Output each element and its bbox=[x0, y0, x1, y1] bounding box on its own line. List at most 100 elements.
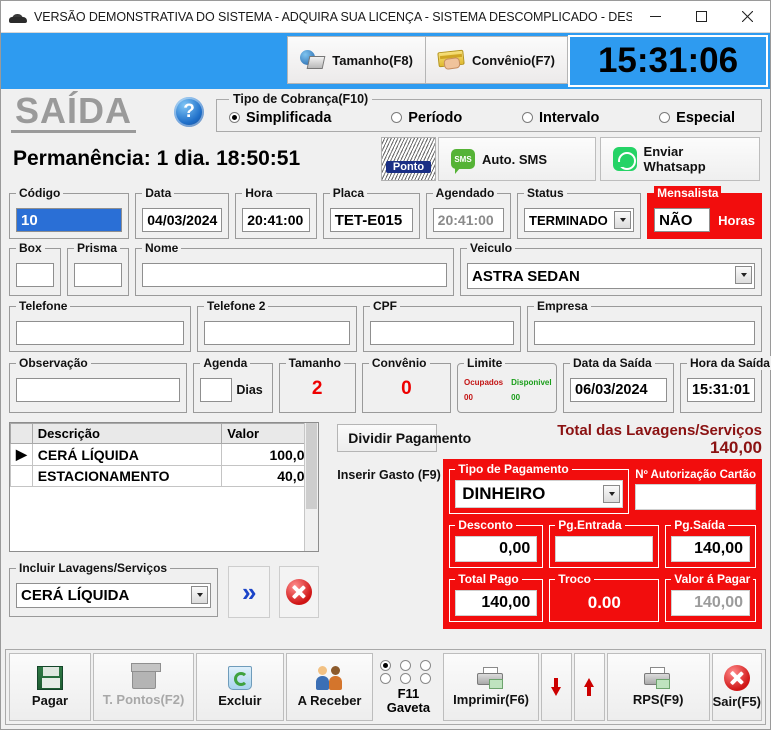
tipo-pagamento-select[interactable]: DINHEIRO bbox=[455, 480, 624, 508]
box-input[interactable] bbox=[16, 263, 54, 287]
troco-label: Troco bbox=[555, 572, 594, 586]
sair-label: Sair(F5) bbox=[712, 694, 761, 709]
status-group: Status TERMINADO bbox=[517, 186, 642, 239]
remove-service-button[interactable] bbox=[286, 579, 313, 605]
window-controls bbox=[632, 1, 770, 33]
ponto-fingerprint-button[interactable]: Ponto bbox=[381, 137, 436, 181]
agenda-input[interactable] bbox=[200, 378, 233, 402]
cpf-group: CPF bbox=[363, 299, 521, 352]
hora-saida-input[interactable]: 15:31:01 bbox=[686, 378, 755, 402]
gaveta-radio-3[interactable] bbox=[420, 659, 432, 671]
mensalista-input[interactable]: NÃO bbox=[654, 208, 711, 232]
gaveta-radio-4[interactable] bbox=[380, 672, 392, 684]
scrollbar-thumb[interactable] bbox=[306, 423, 318, 509]
valor-pagar-group: Valor á Pagar 140,00 bbox=[665, 572, 756, 622]
table-row[interactable]: ▶ CERÁ LÍQUIDA 100,00 bbox=[10, 443, 319, 466]
empresa-input[interactable] bbox=[534, 321, 755, 345]
total-pago-input[interactable]: 140,00 bbox=[455, 590, 538, 616]
sms-icon: SMS bbox=[451, 149, 475, 174]
gaveta-radio-5[interactable] bbox=[400, 672, 412, 684]
radio-intervalo[interactable]: Intervalo bbox=[521, 110, 599, 126]
autorizacao-cartao-input[interactable] bbox=[635, 484, 756, 510]
radio-especial-label: Especial bbox=[676, 109, 735, 126]
total-lavagens-value: 140,00 bbox=[710, 438, 762, 457]
telefone-input[interactable] bbox=[16, 321, 184, 345]
radio-periodo[interactable]: Período bbox=[391, 110, 462, 126]
sair-button[interactable]: Sair(F5) bbox=[711, 653, 762, 721]
gaveta-radio-2[interactable] bbox=[400, 659, 412, 671]
row-marker bbox=[10, 465, 33, 487]
agendado-input[interactable]: 20:41:00 bbox=[432, 208, 505, 232]
cpf-input[interactable] bbox=[370, 321, 514, 345]
a-receber-label: A Receber bbox=[297, 693, 362, 708]
pagar-button[interactable]: Pagar bbox=[9, 653, 91, 721]
status-chevron-down-icon[interactable] bbox=[614, 211, 632, 229]
rps-label: RPS(F9) bbox=[632, 692, 684, 707]
valor-pagar-input[interactable]: 140,00 bbox=[671, 590, 750, 616]
excluir-label: Excluir bbox=[218, 693, 262, 708]
veiculo-select[interactable]: ASTRA SEDAN bbox=[467, 263, 755, 289]
convenio-button-label: Convênio(F7) bbox=[471, 52, 555, 68]
permanencia-row: Permanência: 1 dia. 18:50:51 Ponto SMS A… bbox=[1, 135, 770, 183]
desconto-input[interactable]: 0,00 bbox=[455, 536, 538, 562]
a-receber-button[interactable]: A Receber bbox=[285, 653, 374, 721]
gaveta-radio-1[interactable] bbox=[380, 659, 392, 671]
enviar-whatsapp-button[interactable]: Enviar Whatsapp bbox=[600, 137, 760, 181]
imprimir-button[interactable]: Imprimir(F6) bbox=[443, 653, 539, 721]
incluir-servicos-select[interactable]: CERÁ LÍQUIDA bbox=[16, 582, 212, 608]
hora-input[interactable]: 20:41:00 bbox=[242, 208, 310, 232]
gaveta-label: Gaveta bbox=[386, 699, 431, 715]
empresa-label: Empresa bbox=[534, 299, 591, 313]
pontos-button[interactable]: T. Pontos(F2) bbox=[92, 653, 195, 721]
desconto-group: Desconto 0,00 bbox=[449, 518, 544, 568]
exit-icon bbox=[723, 665, 750, 691]
data-input[interactable]: 04/03/2024 bbox=[142, 208, 223, 232]
status-select[interactable]: TERMINADO bbox=[524, 208, 635, 232]
pg-saida-input[interactable]: 140,00 bbox=[671, 536, 750, 562]
excluir-button[interactable]: Excluir bbox=[196, 653, 284, 721]
radio-especial[interactable]: Especial bbox=[659, 110, 735, 126]
veiculo-chevron-down-icon[interactable] bbox=[735, 266, 752, 284]
permanencia-text: Permanência: 1 dia. 18:50:51 bbox=[13, 147, 301, 170]
bottom-toolbar: Pagar T. Pontos(F2) Excluir A Receber F1… bbox=[5, 649, 766, 725]
data-saida-input[interactable]: 06/03/2024 bbox=[570, 378, 667, 402]
maximize-button[interactable] bbox=[678, 1, 724, 33]
troco-group: Troco 0.00 bbox=[549, 572, 660, 622]
rps-button[interactable]: RPS(F9) bbox=[606, 653, 710, 721]
convenio-button[interactable]: Convênio(F7) bbox=[425, 36, 568, 84]
codigo-input[interactable]: 10 bbox=[16, 208, 123, 232]
help-icon[interactable]: ? bbox=[174, 97, 205, 127]
table-row[interactable]: ESTACIONAMENTO 40,00 bbox=[10, 465, 319, 487]
close-button[interactable] bbox=[724, 1, 770, 33]
telefone2-input[interactable] bbox=[204, 321, 350, 345]
pg-entrada-input[interactable] bbox=[555, 536, 654, 562]
limite-label: Limite bbox=[464, 356, 506, 370]
observacao-input[interactable] bbox=[16, 378, 181, 402]
telefone2-group: Telefone 2 bbox=[197, 299, 357, 352]
row-descricao: ESTACIONAMENTO bbox=[31, 465, 223, 487]
dividir-pagamento-button[interactable]: Dividir Pagamento bbox=[337, 424, 471, 452]
minimize-button[interactable] bbox=[632, 1, 678, 33]
incluir-servicos-chevron-down-icon[interactable] bbox=[191, 585, 209, 604]
move-up-button[interactable] bbox=[573, 653, 605, 721]
tamanho-group: Tamanho 2 bbox=[278, 356, 356, 413]
header-blue-band: Tamanho(F8) Convênio(F7) 15:31:06 bbox=[1, 33, 770, 89]
data-label: Data bbox=[142, 186, 175, 200]
placa-input[interactable]: TET-E015 bbox=[329, 208, 413, 232]
mensalista-horas-label: Horas bbox=[718, 212, 755, 228]
table-scrollbar[interactable] bbox=[304, 423, 319, 551]
telefone-label: Telefone bbox=[16, 299, 71, 313]
agendado-group: Agendado 20:41:00 bbox=[425, 186, 512, 239]
gaveta-radio-6[interactable] bbox=[420, 672, 432, 684]
prisma-label: Prisma bbox=[74, 241, 121, 255]
prisma-input[interactable] bbox=[74, 263, 122, 287]
auto-sms-button[interactable]: SMS Auto. SMS bbox=[438, 137, 596, 181]
move-down-button[interactable] bbox=[540, 653, 572, 721]
pg-entrada-label: Pg.Entrada bbox=[555, 518, 625, 532]
tamanho-button[interactable]: Tamanho(F8) bbox=[287, 36, 426, 84]
nome-input[interactable] bbox=[142, 263, 447, 287]
radio-simplificada[interactable]: Simplificada bbox=[229, 110, 331, 126]
placa-label: Placa bbox=[329, 186, 368, 200]
tipo-pagamento-chevron-down-icon[interactable] bbox=[603, 485, 621, 503]
add-service-button[interactable]: » bbox=[242, 579, 256, 605]
